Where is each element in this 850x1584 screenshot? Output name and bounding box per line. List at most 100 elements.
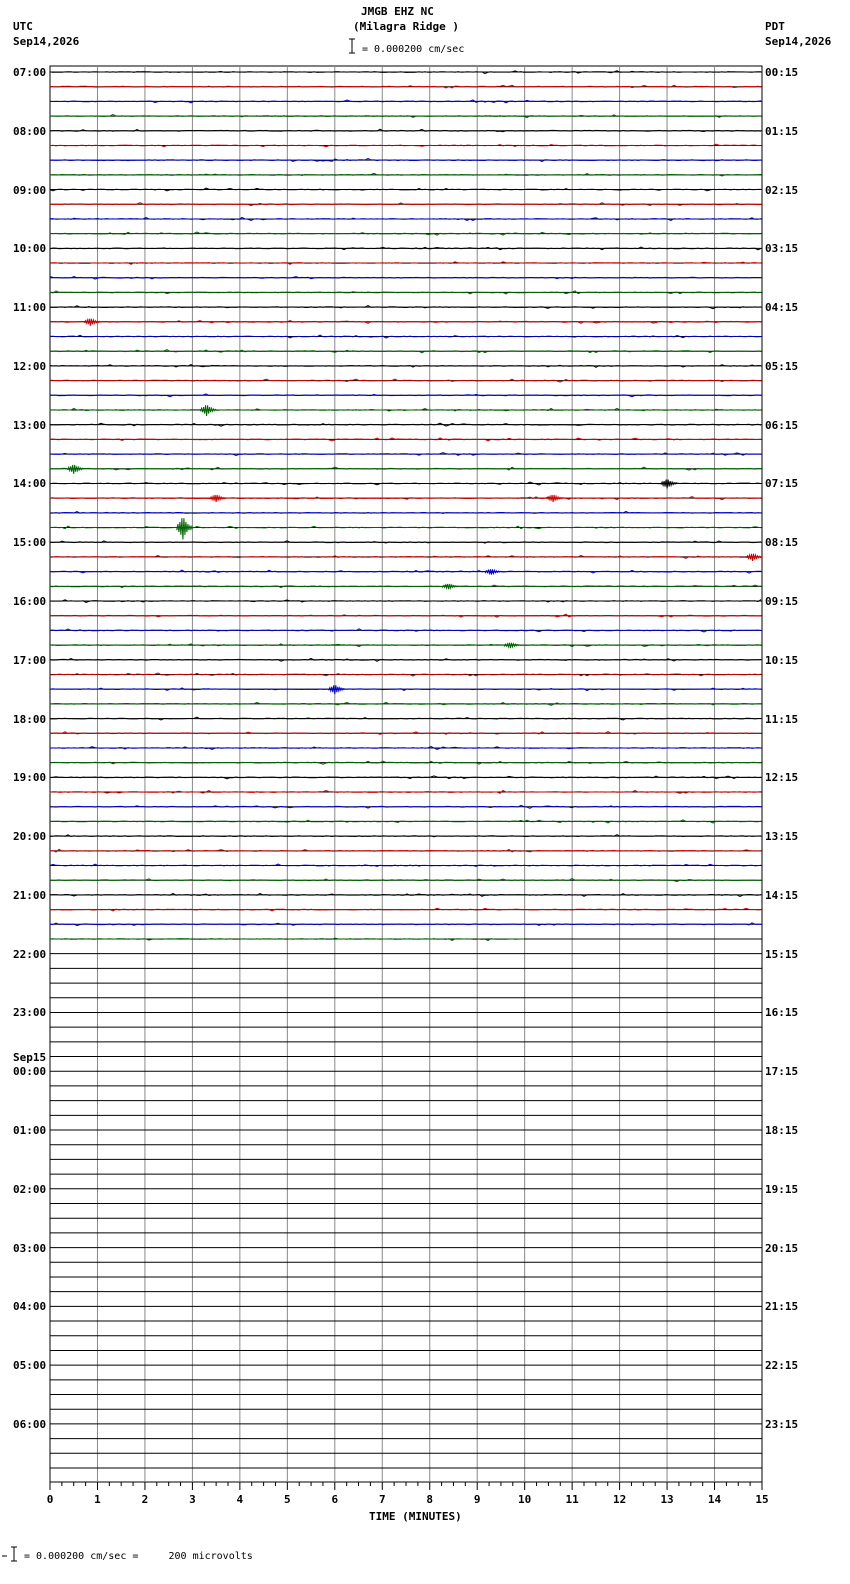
trace-row <box>49 687 762 692</box>
trace-row <box>49 261 762 265</box>
utc-hour-label: 14:00 <box>13 477 47 491</box>
x-tick-label: 5 <box>284 1493 291 1506</box>
trace-row <box>49 202 762 207</box>
utc-hour-label: 12:00 <box>13 359 47 373</box>
event-spike <box>200 405 217 417</box>
x-tick-label: 15 <box>755 1493 768 1506</box>
utc-hour-label: 20:00 <box>13 830 47 844</box>
trace-row <box>49 113 762 119</box>
utc-hour-label: 23:00 <box>13 1006 47 1020</box>
trace-row <box>49 70 762 75</box>
trace-row <box>49 657 762 662</box>
utc-hour-label: 21:00 <box>13 888 47 902</box>
x-tick-label: 6 <box>331 1493 338 1506</box>
utc-hour-label: 10:00 <box>13 242 47 256</box>
pdt-hour-label: 20:15 <box>765 1241 799 1255</box>
event-spike <box>209 494 227 503</box>
utc-hour-label: 08:00 <box>13 124 47 138</box>
pdt-hour-label: 11:15 <box>765 712 799 726</box>
trace-row <box>49 540 762 544</box>
trace-row <box>49 481 762 486</box>
pdt-hour-label: 03:15 <box>765 242 799 256</box>
utc-hour-label: 00:00 <box>13 1065 47 1079</box>
utc-hour-label: 13:00 <box>13 418 47 432</box>
seismogram-plot: 0 1 2 3 4 5 6 7 8 9 10 11 12 13 14 15 <box>2 38 769 1562</box>
utc-hour-label: 09:00 <box>13 183 47 197</box>
trace-row <box>49 569 761 574</box>
trace-row <box>49 525 762 530</box>
event-spike <box>546 494 564 503</box>
pdt-hour-label: 07:15 <box>765 477 799 491</box>
x-tick-label: 10 <box>518 1493 531 1506</box>
x-tick-label: 11 <box>566 1493 580 1506</box>
utc-hour-label: 18:00 <box>13 712 47 726</box>
trace-row <box>50 349 762 354</box>
trace-row <box>49 334 762 339</box>
event-spike <box>484 568 502 576</box>
event-spike <box>176 518 194 540</box>
trace-row <box>49 305 762 310</box>
trace-row <box>49 364 762 368</box>
event-spike <box>746 553 763 561</box>
event-spike <box>442 583 459 590</box>
trace-row <box>49 452 762 457</box>
pdt-hour-label: 14:15 <box>765 888 799 902</box>
trace-row <box>49 716 761 721</box>
trace-row <box>49 187 761 192</box>
x-tick-label: 4 <box>237 1493 244 1506</box>
trace-row <box>49 878 762 883</box>
utc-hour-label: 02:00 <box>13 1182 47 1196</box>
x-tick-label: 3 <box>189 1493 196 1506</box>
pdt-hour-label: 06:15 <box>765 418 799 432</box>
trace-row <box>49 922 761 927</box>
utc-hour-label: 15:00 <box>13 536 47 550</box>
x-tick-label: 1 <box>94 1493 101 1506</box>
trace-row <box>49 907 762 912</box>
utc-hour-label: 06:00 <box>13 1417 47 1431</box>
trace-row <box>49 584 762 589</box>
trace-row <box>49 892 762 897</box>
header-scale-bar <box>349 38 355 54</box>
event-spike <box>503 642 521 649</box>
event-spike <box>660 479 678 489</box>
trace-row <box>49 848 762 853</box>
trace-row <box>49 84 762 89</box>
pdt-hour-label: 17:15 <box>765 1065 799 1079</box>
utc-hour-label: 05:00 <box>13 1359 47 1373</box>
pdt-hour-label: 18:15 <box>765 1124 799 1138</box>
trace-row <box>49 804 762 809</box>
trace-row <box>49 834 762 838</box>
pdt-hour-label: 19:15 <box>765 1182 799 1196</box>
utc-hour-label: 19:00 <box>13 771 47 785</box>
x-tick-label: 0 <box>47 1493 54 1506</box>
trace-row <box>49 789 762 794</box>
trace-row <box>49 246 762 251</box>
x-tick-label: 2 <box>142 1493 149 1506</box>
pdt-hour-label: 02:15 <box>765 183 799 197</box>
trace-row <box>49 599 762 603</box>
trace-row <box>49 745 762 751</box>
trace-row <box>49 466 762 471</box>
pdt-hour-label: 16:15 <box>765 1006 799 1020</box>
pdt-hour-label: 08:15 <box>765 536 799 550</box>
x-tick-label: 12 <box>613 1493 626 1506</box>
x-axis: 0 1 2 3 4 5 6 7 8 9 10 11 12 13 14 15 <box>47 1482 769 1506</box>
utc-hour-label: 22:00 <box>13 947 47 961</box>
utc-hour-label: 07:00 <box>13 66 47 79</box>
trace-row <box>49 172 762 177</box>
pdt-hour-label: 09:15 <box>765 595 799 608</box>
date-change-label: Sep15 <box>13 1051 47 1065</box>
footer-scale-bar <box>2 1546 17 1562</box>
plot-frame <box>49 65 763 1483</box>
pdt-hour-label: 01:15 <box>765 124 799 138</box>
event-spike <box>328 685 346 695</box>
pdt-hour-label: 00:15 <box>765 66 799 79</box>
utc-hour-label: 11:00 <box>13 301 47 315</box>
seismic-traces <box>49 70 762 942</box>
trace-row <box>49 231 762 236</box>
trace-row <box>49 158 762 163</box>
trace-row <box>49 128 762 133</box>
utc-hour-label: 01:00 <box>13 1124 47 1138</box>
utc-hour-label: 16:00 <box>13 595 47 608</box>
x-tick-label: 14 <box>708 1493 722 1506</box>
